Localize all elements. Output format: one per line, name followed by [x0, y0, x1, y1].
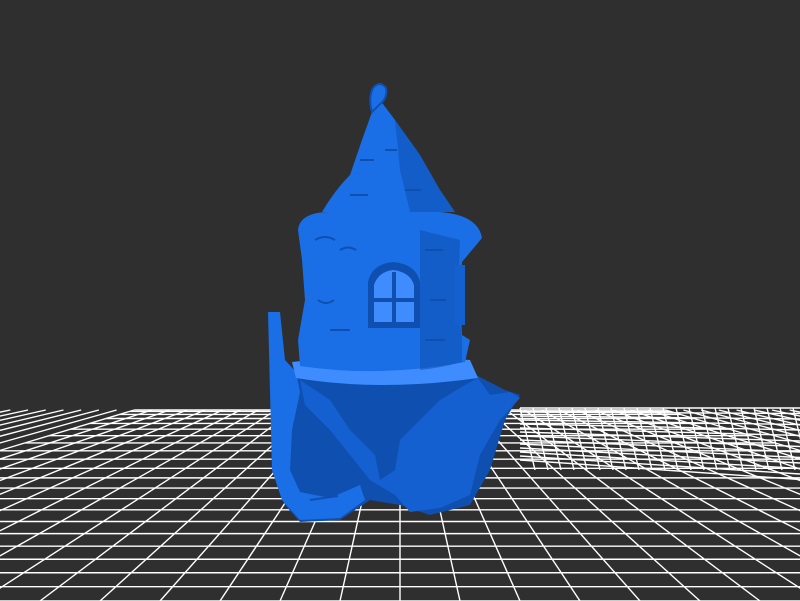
tower-side-post [455, 265, 465, 325]
3d-viewport[interactable] [0, 0, 800, 601]
3d-scene-canvas[interactable] [0, 0, 800, 601]
